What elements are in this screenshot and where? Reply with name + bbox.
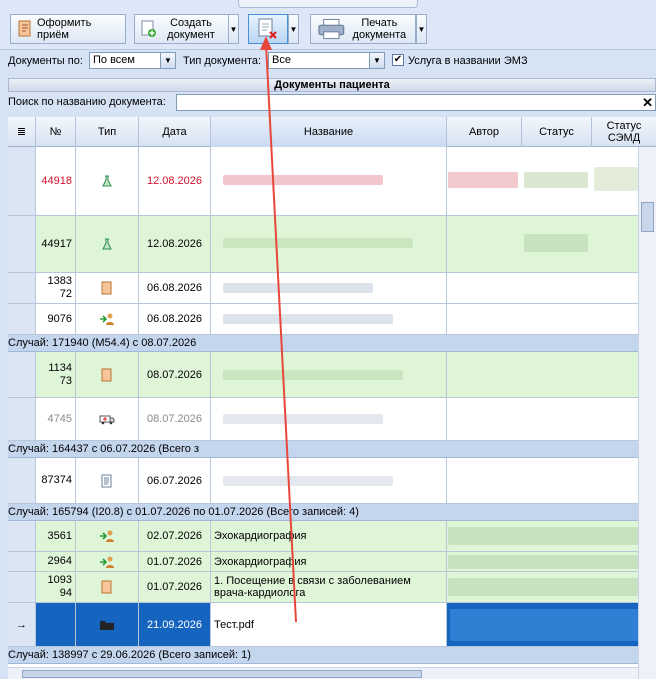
annotation-arrow	[260, 36, 297, 623]
